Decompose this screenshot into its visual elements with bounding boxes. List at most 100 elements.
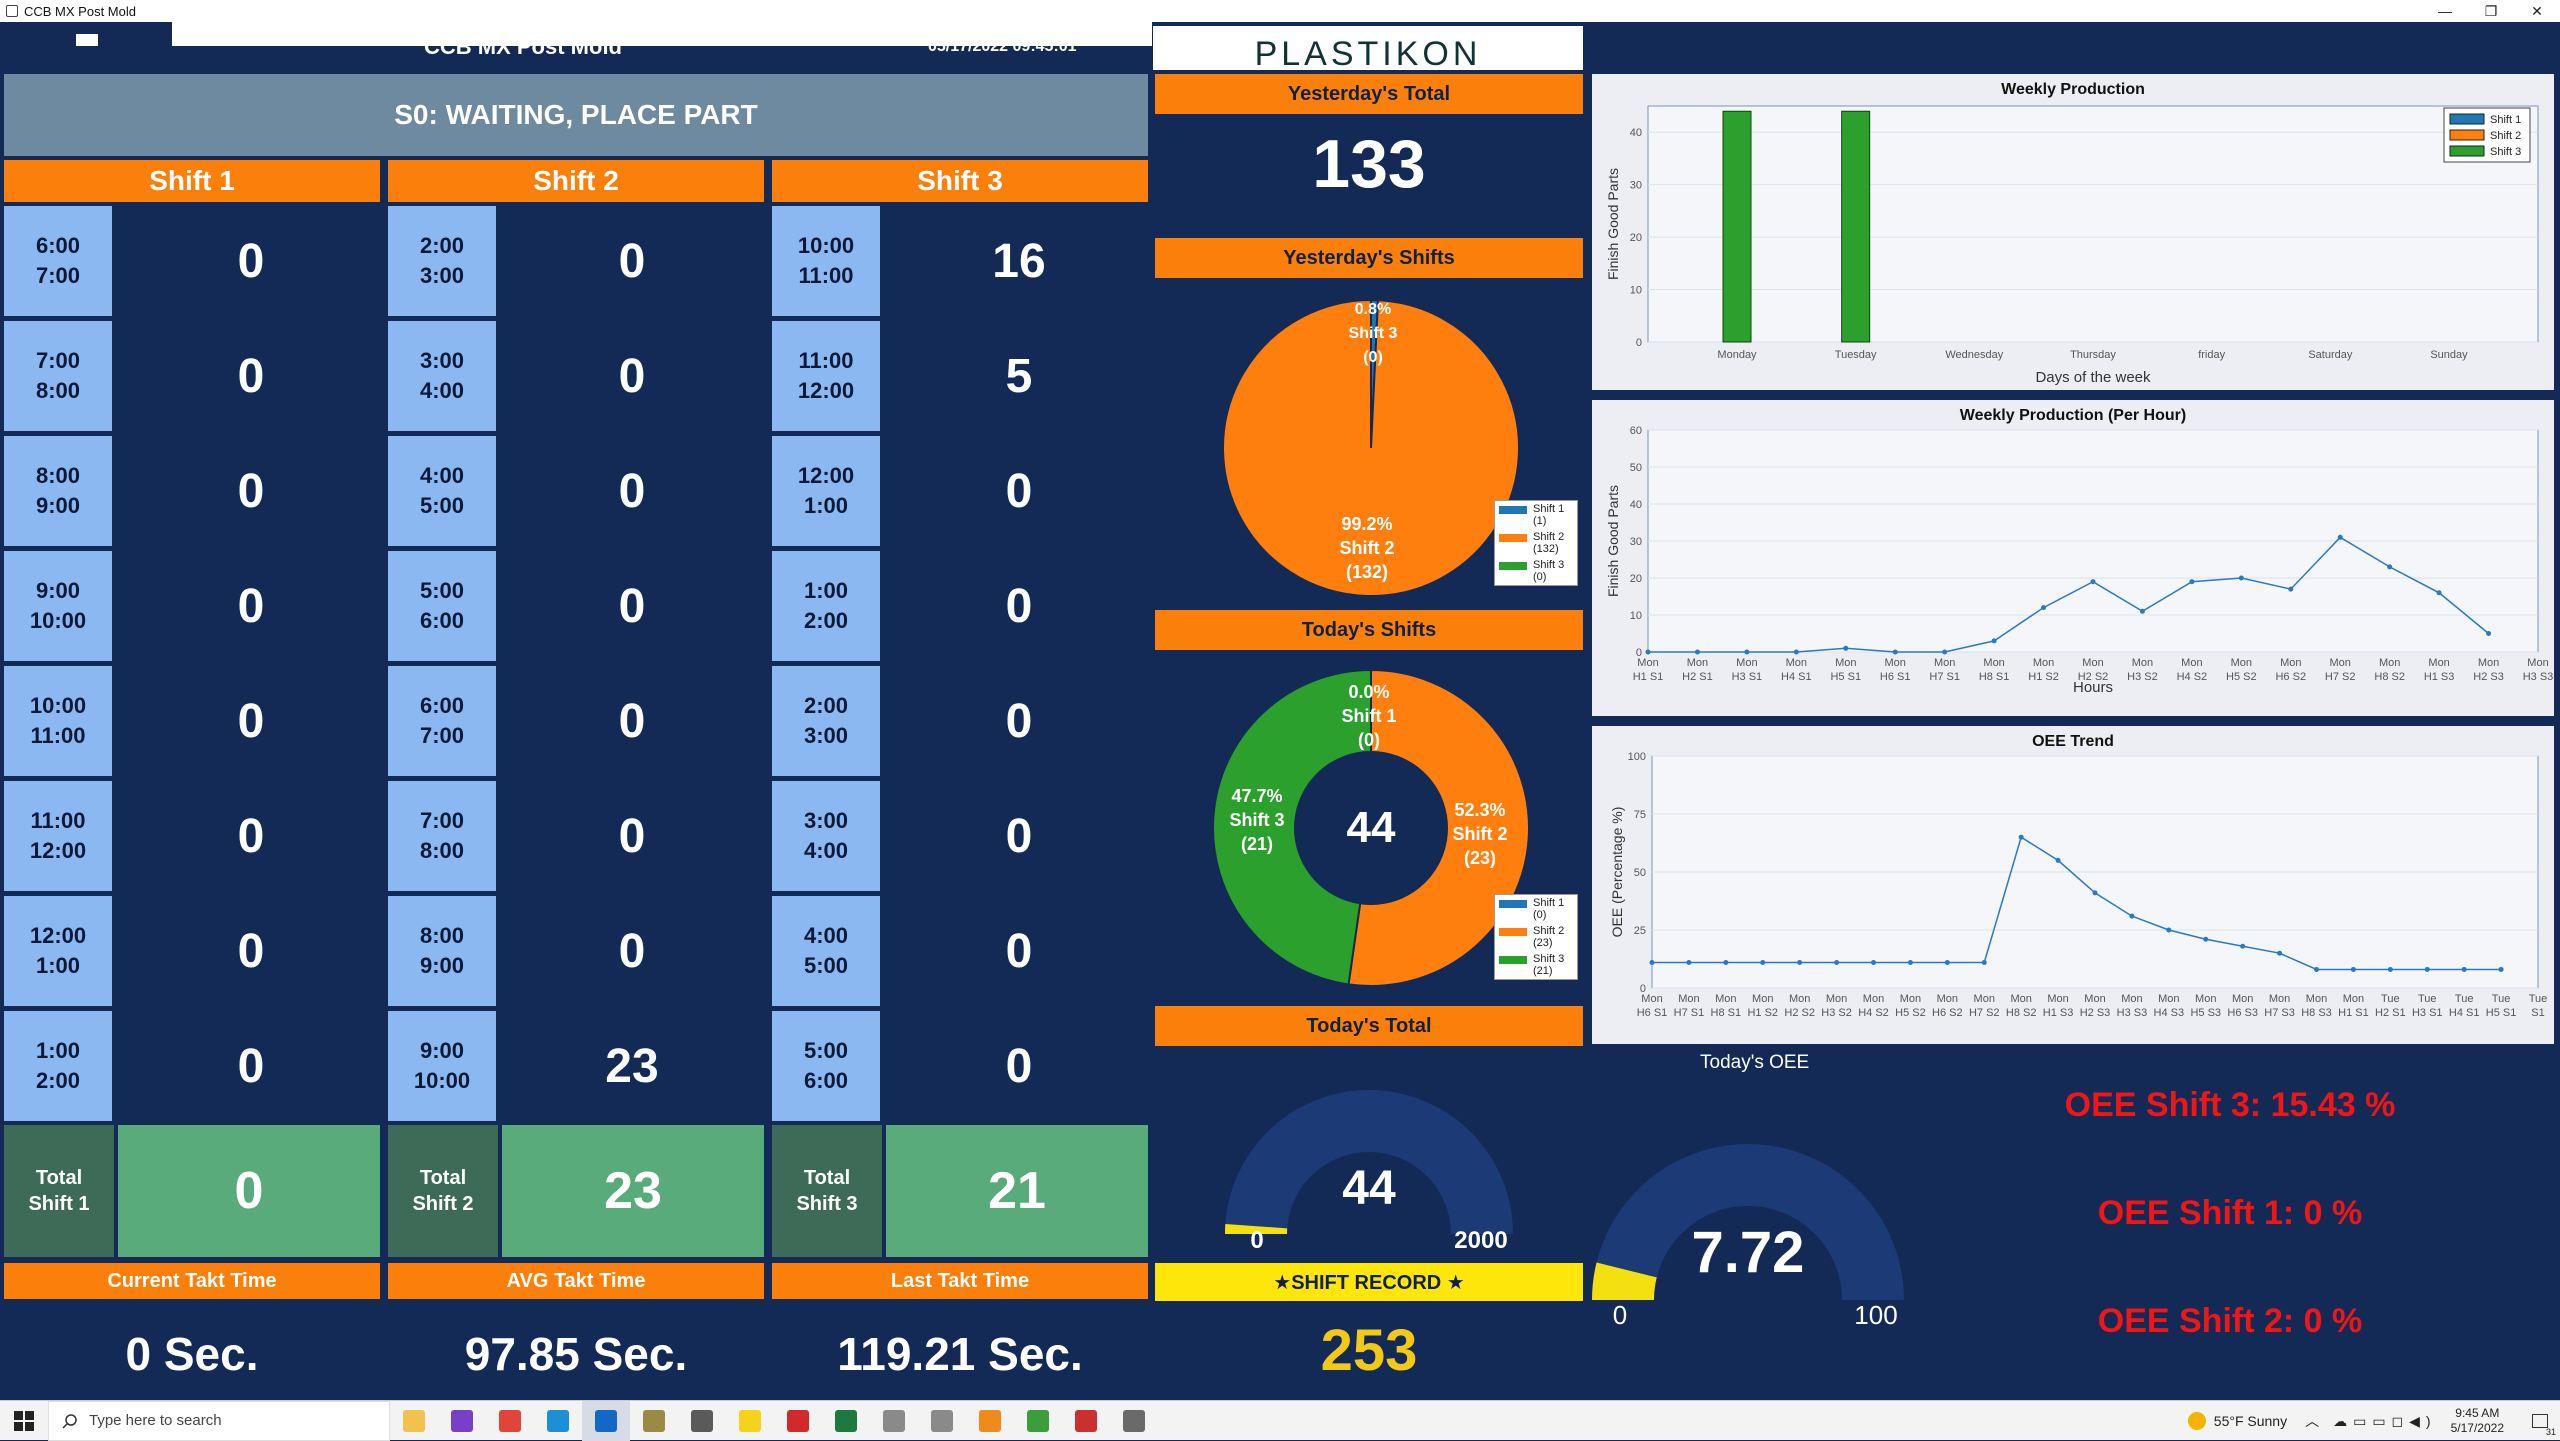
remote-desktop-button[interactable] <box>1062 1401 1110 1441</box>
tray-icons[interactable]: ☁▭▭◻◀) <box>2333 1413 2437 1430</box>
x-tick-label-top: Mon <box>2527 657 2548 669</box>
hour-start: 5:00 <box>803 1038 849 1063</box>
chart-title: Weekly Production <box>2001 81 2145 98</box>
shift-header-1: Shift 1 <box>4 160 380 202</box>
oee-gauge-max: 100 <box>1854 1300 1897 1330</box>
y-tick-label: 20 <box>1630 573 1642 585</box>
hour-end: 11:00 <box>30 723 86 748</box>
data-point <box>1760 959 1766 965</box>
data-point <box>2461 966 2467 972</box>
outlook-button[interactable] <box>582 1400 630 1441</box>
tool2-button[interactable] <box>918 1401 966 1441</box>
notification-icon <box>2532 1414 2548 1428</box>
sticky-notes-icon <box>739 1409 761 1432</box>
app-red-button[interactable] <box>774 1401 822 1441</box>
yesterday-total-header: Yesterday's Total <box>1155 74 1583 114</box>
x-tick-label-bottom: H7 S2 <box>2325 671 2356 683</box>
data-point <box>2189 579 2195 585</box>
weekly-production-per-hour-chart: Weekly Production (Per Hour)010203040506… <box>1605 407 2553 696</box>
x-tick-label-top: Mon <box>1863 993 1884 1005</box>
start-button[interactable] <box>0 1401 48 1441</box>
hourly-count: 0 <box>618 349 646 403</box>
weekly-production-panel: Weekly Production 0 10 20 30 40 Finish Good Pa… <box>1592 74 2554 390</box>
excel-button[interactable] <box>822 1401 870 1441</box>
takt-time-value: 119.21 Sec. <box>837 1328 1083 1380</box>
x-tick-label-bottom: H1 S2 <box>2028 671 2059 683</box>
hour-start: 2:00 <box>419 233 465 258</box>
edge-icon <box>547 1409 569 1432</box>
windows-taskbar: Type here to search 55°F Sunny ︿ ☁▭▭◻◀) … <box>0 1400 2560 1441</box>
notepad-icon <box>691 1409 713 1432</box>
x-tick-label-bottom: H4 S1 <box>2449 1007 2480 1019</box>
hour-end: 5:00 <box>803 953 849 978</box>
hourly-count: 0 <box>1005 924 1033 978</box>
data-point <box>1942 649 1948 655</box>
x-tick-label-bottom: H7 S1 <box>1929 671 1960 683</box>
chrome-button[interactable] <box>486 1401 534 1441</box>
edge-button[interactable] <box>534 1401 582 1441</box>
y-tick-label: 50 <box>1634 867 1646 879</box>
legend-entry: Shift 2 (132) <box>1495 529 1577 557</box>
hourly-count: 0 <box>618 579 646 633</box>
sublime-button[interactable] <box>966 1401 1014 1441</box>
data-point <box>1944 959 1950 965</box>
hourly-count: 0 <box>618 924 646 978</box>
y-tick-label: 60 <box>1630 425 1642 437</box>
legend-entry: Shift 1 (0) <box>1495 895 1577 923</box>
donut-label_shift3: (21) <box>1241 834 1273 854</box>
search-placeholder: Type here to search <box>89 1412 222 1429</box>
file-explorer-button[interactable] <box>390 1401 438 1441</box>
x-tick-label-top: Mon <box>2280 657 2301 669</box>
x-tick-label-top: Mon <box>1715 993 1736 1005</box>
todays-oee-gauge: 7.72 0 100 <box>1592 1143 1904 1330</box>
tool-button[interactable] <box>870 1401 918 1441</box>
data-point <box>1723 959 1729 965</box>
pie-shift2-label: Shift 2 <box>1339 538 1394 558</box>
minimize-button[interactable]: — <box>2422 0 2468 22</box>
x-tick-label-bottom: H3 S2 <box>1821 1007 1852 1019</box>
yesterday-total-value: 133 <box>1312 126 1426 202</box>
hour-start: 7:00 <box>419 808 465 833</box>
hourly-count: 0 <box>618 694 646 748</box>
x-tick-label-bottom: H5 S1 <box>1830 671 1861 683</box>
hour-start: 10:00 <box>29 693 87 718</box>
oee-shift3-text: OEE Shift 3: 15.43 % <box>2064 1086 2396 1124</box>
hourly-count: 23 <box>605 1039 659 1093</box>
bar-shift-3 <box>1841 110 1871 343</box>
hour-slot-label: 10:00 11:00 <box>4 666 112 776</box>
notepad-button[interactable] <box>678 1401 726 1441</box>
sticky-notes-button[interactable] <box>726 1401 774 1441</box>
hour-end: 6:00 <box>803 1068 849 1093</box>
x-tick-label-bottom: H1 S1 <box>2338 1007 2369 1019</box>
window-title: CCB MX Post Mold <box>24 3 136 19</box>
pie-shift2-label: (132) <box>1346 562 1388 582</box>
x-tick-label-top: Tue <box>2492 993 2511 1005</box>
clock[interactable]: 9:45 AM 5/17/2022 <box>2451 1406 2504 1436</box>
weather-text[interactable]: 55°F Sunny <box>2214 1413 2287 1429</box>
notification-button[interactable]: 31 <box>2520 1401 2560 1441</box>
x-tick-label-top: Mon <box>2269 993 2290 1005</box>
y-tick-label: 30 <box>1630 536 1642 548</box>
visual-studio-button[interactable] <box>438 1401 486 1441</box>
tray-chevron-icon[interactable]: ︿ <box>2305 1411 2319 1431</box>
close-button[interactable]: ✕ <box>2514 0 2560 22</box>
todays-oee-label: Today's OEE <box>1700 1052 1810 1073</box>
outlook-icon <box>595 1409 617 1432</box>
settings-button[interactable] <box>1110 1401 1158 1441</box>
chart-title: OEE Trend <box>2032 733 2114 750</box>
x-tick-label-bottom: H7 S3 <box>2264 1007 2295 1019</box>
legend-value: (0) <box>1533 909 1547 921</box>
hour-start: 5:00 <box>419 578 465 603</box>
x-tick-label-top: Tue <box>2455 993 2474 1005</box>
network-tool-button[interactable] <box>630 1401 678 1441</box>
y-tick-label: 10 <box>1630 610 1642 622</box>
game-button[interactable] <box>1014 1401 1062 1441</box>
restore-button[interactable]: ❐ <box>2468 0 2514 22</box>
hour-start: 7:00 <box>35 348 81 373</box>
y-tick-label: 25 <box>1634 925 1646 937</box>
hour-end: 7:00 <box>35 263 81 288</box>
data-point <box>2424 966 2430 972</box>
hour-end: 12:00 <box>797 378 855 403</box>
legend-text: Shift 3 (0) <box>1533 559 1564 583</box>
taskbar-search[interactable]: Type here to search <box>48 1400 390 1441</box>
